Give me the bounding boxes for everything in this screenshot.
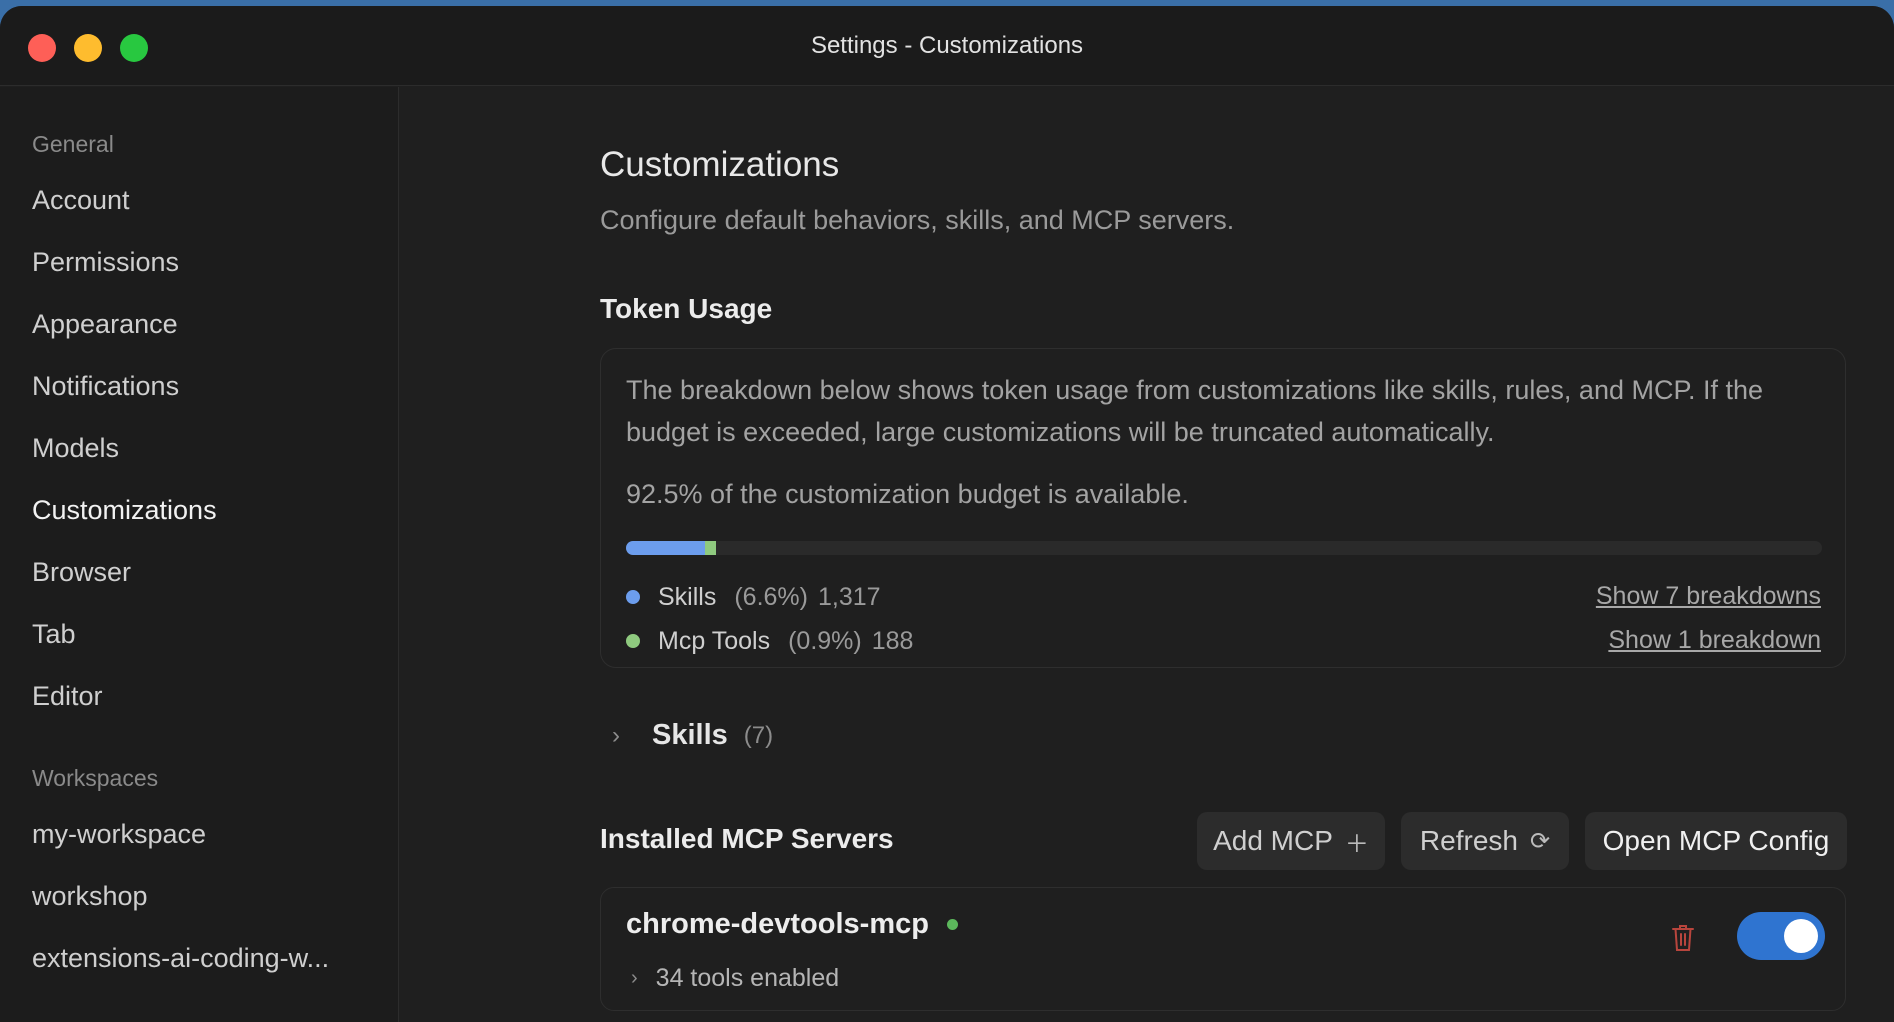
token-usage-heading: Token Usage bbox=[600, 293, 773, 324]
sidebar-group-general: General bbox=[32, 131, 114, 157]
settings-content: Customizations Configure default behavio… bbox=[400, 87, 1894, 1022]
sidebar-group-workspaces: Workspaces bbox=[32, 765, 159, 791]
skills-section-toggle[interactable]: › Skills (7) bbox=[604, 719, 773, 752]
legend-row-mcp-tools: Mcp Tools (0.9%) 188 bbox=[626, 626, 913, 656]
settings-sidebar: General Account Permissions Appearance N… bbox=[0, 87, 399, 1022]
sidebar-item-appearance[interactable]: Appearance bbox=[32, 309, 178, 340]
sidebar-item-account[interactable]: Account bbox=[32, 185, 130, 216]
legend-skills-name: Skills bbox=[658, 582, 717, 611]
window-title: Settings - Customizations bbox=[810, 32, 1084, 59]
server-status-dot bbox=[946, 919, 958, 930]
refresh-label: Refresh bbox=[1419, 825, 1518, 856]
budget-available-text: 92.5% of the customization budget is ava… bbox=[626, 479, 1189, 509]
mcp-server-card: chrome-devtools-mcp › 34 tools enabled bbox=[600, 887, 1846, 1011]
sidebar-item-permissions[interactable]: Permissions bbox=[32, 247, 179, 278]
token-usage-card: The breakdown below shows token usage fr… bbox=[600, 348, 1846, 668]
show-skills-breakdowns-link[interactable]: Show 7 breakdowns bbox=[1596, 582, 1821, 611]
token-usage-description: The breakdown below shows token usage fr… bbox=[626, 375, 1764, 447]
page-title: Customizations bbox=[600, 145, 840, 184]
installed-mcp-heading: Installed MCP Servers bbox=[600, 823, 894, 854]
tools-enabled-toggle[interactable]: › 34 tools enabled bbox=[631, 964, 839, 993]
legend-mcp-tools-tokens: 188 bbox=[871, 626, 914, 655]
sidebar-item-browser[interactable]: Browser bbox=[32, 557, 131, 588]
legend-mcp-tools-percent: (0.9%) bbox=[788, 626, 862, 655]
toggle-knob bbox=[1784, 919, 1818, 953]
sidebar-item-customizations[interactable]: Customizations bbox=[32, 495, 217, 526]
refresh-button[interactable]: Refresh ⟳ bbox=[1401, 812, 1569, 870]
chevron-right-icon: › bbox=[612, 721, 620, 749]
sidebar-item-editor[interactable]: Editor bbox=[32, 681, 103, 712]
token-usage-bar bbox=[626, 541, 1822, 555]
refresh-icon: ⟳ bbox=[1529, 827, 1551, 855]
mcp-tools-color-dot bbox=[626, 634, 640, 648]
add-mcp-label: Add MCP bbox=[1213, 825, 1333, 856]
mcp-server-name: chrome-devtools-mcp bbox=[626, 908, 929, 940]
server-enabled-toggle[interactable] bbox=[1737, 912, 1825, 960]
sidebar-item-workshop[interactable]: workshop bbox=[32, 881, 148, 912]
settings-window: Settings - Customizations General Accoun… bbox=[0, 6, 1894, 1022]
show-mcp-breakdown-link[interactable]: Show 1 breakdown bbox=[1608, 626, 1821, 655]
legend-skills-tokens: 1,317 bbox=[817, 582, 881, 611]
open-mcp-config-button[interactable]: Open MCP Config bbox=[1585, 812, 1847, 870]
trash-icon[interactable] bbox=[1671, 924, 1695, 952]
skills-count: (7) bbox=[743, 721, 774, 749]
mcp-server-name-row: chrome-devtools-mcp bbox=[626, 908, 958, 941]
skills-color-dot bbox=[626, 590, 640, 604]
sidebar-item-my-workspace[interactable]: my-workspace bbox=[32, 819, 206, 850]
chevron-right-icon: › bbox=[631, 967, 638, 989]
open-mcp-config-label: Open MCP Config bbox=[1602, 825, 1830, 856]
tools-enabled-text: 34 tools enabled bbox=[655, 964, 840, 992]
sidebar-item-models[interactable]: Models bbox=[32, 433, 119, 464]
skills-section-label: Skills bbox=[652, 719, 728, 751]
token-usage-bar-mcp-tools bbox=[704, 541, 716, 555]
title-bar: Settings - Customizations bbox=[0, 6, 1894, 86]
legend-skills-percent: (6.6%) bbox=[734, 582, 808, 611]
sidebar-item-extensions-ai-coding[interactable]: extensions-ai-coding-w... bbox=[32, 943, 329, 974]
token-usage-bar-skills bbox=[626, 541, 705, 555]
legend-row-skills: Skills (6.6%) 1,317 bbox=[626, 582, 881, 612]
add-mcp-button[interactable]: Add MCP ＋ bbox=[1197, 812, 1385, 870]
sidebar-item-notifications[interactable]: Notifications bbox=[32, 371, 179, 402]
legend-mcp-tools-name: Mcp Tools bbox=[658, 626, 771, 655]
page-subtitle: Configure default behaviors, skills, and… bbox=[600, 205, 1235, 235]
sidebar-item-tab[interactable]: Tab bbox=[32, 619, 76, 650]
plus-icon: ＋ bbox=[1344, 830, 1369, 858]
